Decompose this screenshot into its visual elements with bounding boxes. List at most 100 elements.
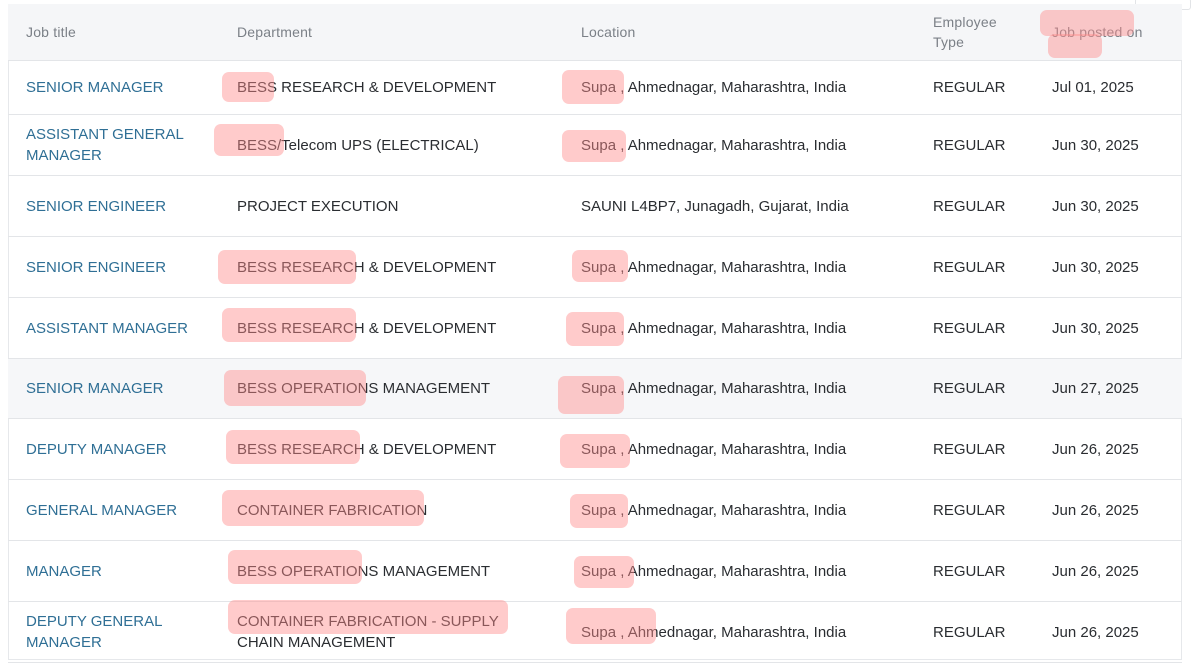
header-department: Department: [237, 24, 313, 40]
employee-type-cell: REGULAR: [933, 419, 1033, 479]
job-title-cell: ASSISTANT GENERAL MANAGER: [26, 115, 201, 175]
employee-type-cell: REGULAR: [933, 380, 1006, 397]
posted-date-cell: Jun 27, 2025: [1052, 359, 1152, 418]
table-row[interactable]: MANAGER BESS OPERATIONS MANAGEMENT Supa , …: [8, 541, 1182, 602]
table-row[interactable]: SENIOR ENGINEER PROJECT EXECUTION SAUNI L4…: [8, 176, 1182, 237]
employee-type-cell: REGULAR: [933, 78, 1006, 96]
header-job-posted-on: Job posted on: [1052, 24, 1143, 40]
job-title-cell: SENIOR ENGINEER: [26, 237, 201, 297]
job-title-cell: DEPUTY GENERAL MANAGER: [26, 602, 201, 662]
job-title-link[interactable]: MANAGER: [26, 561, 102, 582]
table-row[interactable]: SENIOR MANAGER BESS RESEARCH & DEVELOPMEN…: [8, 60, 1182, 115]
job-title-cell: GENERAL MANAGER: [26, 480, 201, 540]
posted-date-cell: Jun 26, 2025: [1052, 480, 1152, 540]
posted-date-cell: Jun 26, 2025: [1052, 419, 1152, 479]
posted-date-cell: Jul 01, 2025: [1052, 78, 1134, 96]
location-cell: Supa , Ahmednagar, Maharashtra, India: [581, 480, 891, 540]
department-cell: BESS RESEARCH & DEVELOPMENT: [237, 298, 537, 358]
job-title-link[interactable]: DEPUTY GENERAL MANAGER: [26, 611, 201, 653]
location-cell: Supa , Ahmednagar, Maharashtra, India: [581, 419, 891, 479]
job-title-cell: DEPUTY MANAGER: [26, 419, 201, 479]
department-cell: BESS OPERATIONS MANAGEMENT: [237, 541, 537, 601]
location-cell: Supa , Ahmednagar, Maharashtra, India: [581, 541, 891, 601]
table-row[interactable]: SENIOR ENGINEER BESS RESEARCH & DEVELOPME…: [8, 237, 1182, 298]
job-title-link[interactable]: SENIOR MANAGER: [26, 77, 164, 98]
location-cell: Supa , Ahmednagar, Maharashtra, India: [581, 501, 847, 519]
employee-type-cell: REGULAR: [933, 359, 1033, 418]
posted-date-cell: Jun 26, 2025: [1052, 541, 1152, 601]
department-cell: BESS OPERATIONS MANAGEMENT: [237, 359, 537, 418]
posted-date-cell: Jun 27, 2025: [1052, 380, 1139, 397]
table-row[interactable]: DEPUTY GENERAL MANAGER CONTAINER FABRICAT…: [8, 602, 1182, 663]
location-cell: SAUNI L4BP7, Junagadh, Gujarat, India: [581, 176, 891, 236]
employee-type-cell: REGULAR: [933, 562, 1006, 580]
employee-type-cell: REGULAR: [933, 440, 1006, 458]
posted-date-cell: Jun 26, 2025: [1052, 562, 1139, 580]
department-cell: BESS RESEARCH & DEVELOPMENT: [237, 258, 497, 276]
job-title-cell: SENIOR ENGINEER: [26, 176, 201, 236]
location-cell: Supa , Ahmednagar, Maharashtra, India: [581, 623, 847, 641]
employee-type-cell: REGULAR: [933, 60, 1033, 114]
department-cell: BESS RESEARCH & DEVELOPMENT: [237, 78, 497, 96]
table-row[interactable]: SENIOR MANAGER BESS OPERATIONS MANAGEMENT…: [8, 359, 1182, 419]
department-cell: CONTAINER FABRICATION - SUPPLY CHAIN MAN…: [237, 602, 537, 662]
department-cell: BESS OPERATIONS MANAGEMENT: [237, 562, 491, 580]
table-row[interactable]: ASSISTANT GENERAL MANAGER BESS/Telecom UP…: [8, 115, 1182, 176]
job-title-link[interactable]: SENIOR ENGINEER: [26, 196, 166, 217]
posted-date-cell: Jun 30, 2025: [1052, 237, 1152, 297]
job-title-cell: SENIOR MANAGER: [26, 359, 201, 418]
location-cell: Supa , Ahmednagar, Maharashtra, India: [581, 298, 891, 358]
location-cell: Supa , Ahmednagar, Maharashtra, India: [581, 78, 847, 96]
department-cell: CONTAINER FABRICATION: [237, 501, 428, 519]
posted-date-cell: Jun 30, 2025: [1052, 258, 1139, 276]
posted-date-cell: Jun 30, 2025: [1052, 298, 1152, 358]
job-title-link[interactable]: SENIOR MANAGER: [26, 378, 164, 399]
posted-date-cell: Jun 30, 2025: [1052, 136, 1139, 154]
employee-type-cell: REGULAR: [933, 115, 1033, 175]
location-cell: Supa , Ahmednagar, Maharashtra, India: [581, 440, 847, 458]
table-row[interactable]: DEPUTY MANAGER BESS RESEARCH & DEVELOPMEN…: [8, 419, 1182, 480]
employee-type-cell: REGULAR: [933, 541, 1033, 601]
posted-date-cell: Jun 30, 2025: [1052, 197, 1139, 215]
employee-type-cell: REGULAR: [933, 237, 1033, 297]
header-employee-type: Employee Type: [933, 14, 997, 50]
job-title-link[interactable]: GENERAL MANAGER: [26, 500, 177, 521]
department-cell: BESS RESEARCH & DEVELOPMENT: [237, 60, 537, 114]
job-title-link[interactable]: SENIOR ENGINEER: [26, 257, 166, 278]
location-cell: Supa , Ahmednagar, Maharashtra, India: [581, 562, 847, 580]
employee-type-cell: REGULAR: [933, 480, 1033, 540]
job-title-cell: SENIOR MANAGER: [26, 60, 201, 114]
table-header: Job title Department Location Employee T…: [8, 4, 1182, 61]
posted-date-cell: Jun 30, 2025: [1052, 176, 1152, 236]
department-cell: BESS/Telecom UPS (ELECTRICAL): [237, 136, 479, 154]
table-row[interactable]: GENERAL MANAGER CONTAINER FABRICATION Supa…: [8, 480, 1182, 541]
job-title-cell: MANAGER: [26, 541, 201, 601]
location-cell: Supa , Ahmednagar, Maharashtra, India: [581, 359, 891, 418]
job-title-link[interactable]: DEPUTY MANAGER: [26, 439, 167, 460]
location-cell: Supa , Ahmednagar, Maharashtra, India: [581, 380, 847, 397]
employee-type-cell: REGULAR: [933, 197, 1006, 215]
employee-type-cell: REGULAR: [933, 258, 1006, 276]
employee-type-cell: REGULAR: [933, 319, 1006, 337]
department-cell: BESS/Telecom UPS (ELECTRICAL): [237, 115, 537, 175]
header-location: Location: [581, 24, 636, 40]
location-cell: Supa , Ahmednagar, Maharashtra, India: [581, 602, 891, 662]
location-cell: Supa , Ahmednagar, Maharashtra, India: [581, 115, 891, 175]
posted-date-cell: Jun 26, 2025: [1052, 501, 1139, 519]
department-cell: BESS RESEARCH & DEVELOPMENT: [237, 419, 537, 479]
posted-date-cell: Jun 26, 2025: [1052, 623, 1139, 641]
job-title-link[interactable]: ASSISTANT GENERAL MANAGER: [26, 124, 201, 166]
posted-date-cell: Jun 26, 2025: [1052, 602, 1152, 662]
table-row[interactable]: ASSISTANT MANAGER BESS RESEARCH & DEVELOP…: [8, 298, 1182, 359]
employee-type-cell: REGULAR: [933, 501, 1006, 519]
location-cell: Supa , Ahmednagar, Maharashtra, India: [581, 237, 891, 297]
department-cell: PROJECT EXECUTION: [237, 197, 399, 215]
location-cell: Supa , Ahmednagar, Maharashtra, India: [581, 319, 847, 337]
job-title-link[interactable]: ASSISTANT MANAGER: [26, 318, 188, 339]
posted-date-cell: Jun 30, 2025: [1052, 115, 1152, 175]
posted-date-cell: Jun 30, 2025: [1052, 319, 1139, 337]
department-cell: CONTAINER FABRICATION - SUPPLY CHAIN MAN…: [237, 613, 499, 651]
location-cell: Supa , Ahmednagar, Maharashtra, India: [581, 60, 891, 114]
employee-type-cell: REGULAR: [933, 136, 1006, 154]
employee-type-cell: REGULAR: [933, 602, 1033, 662]
